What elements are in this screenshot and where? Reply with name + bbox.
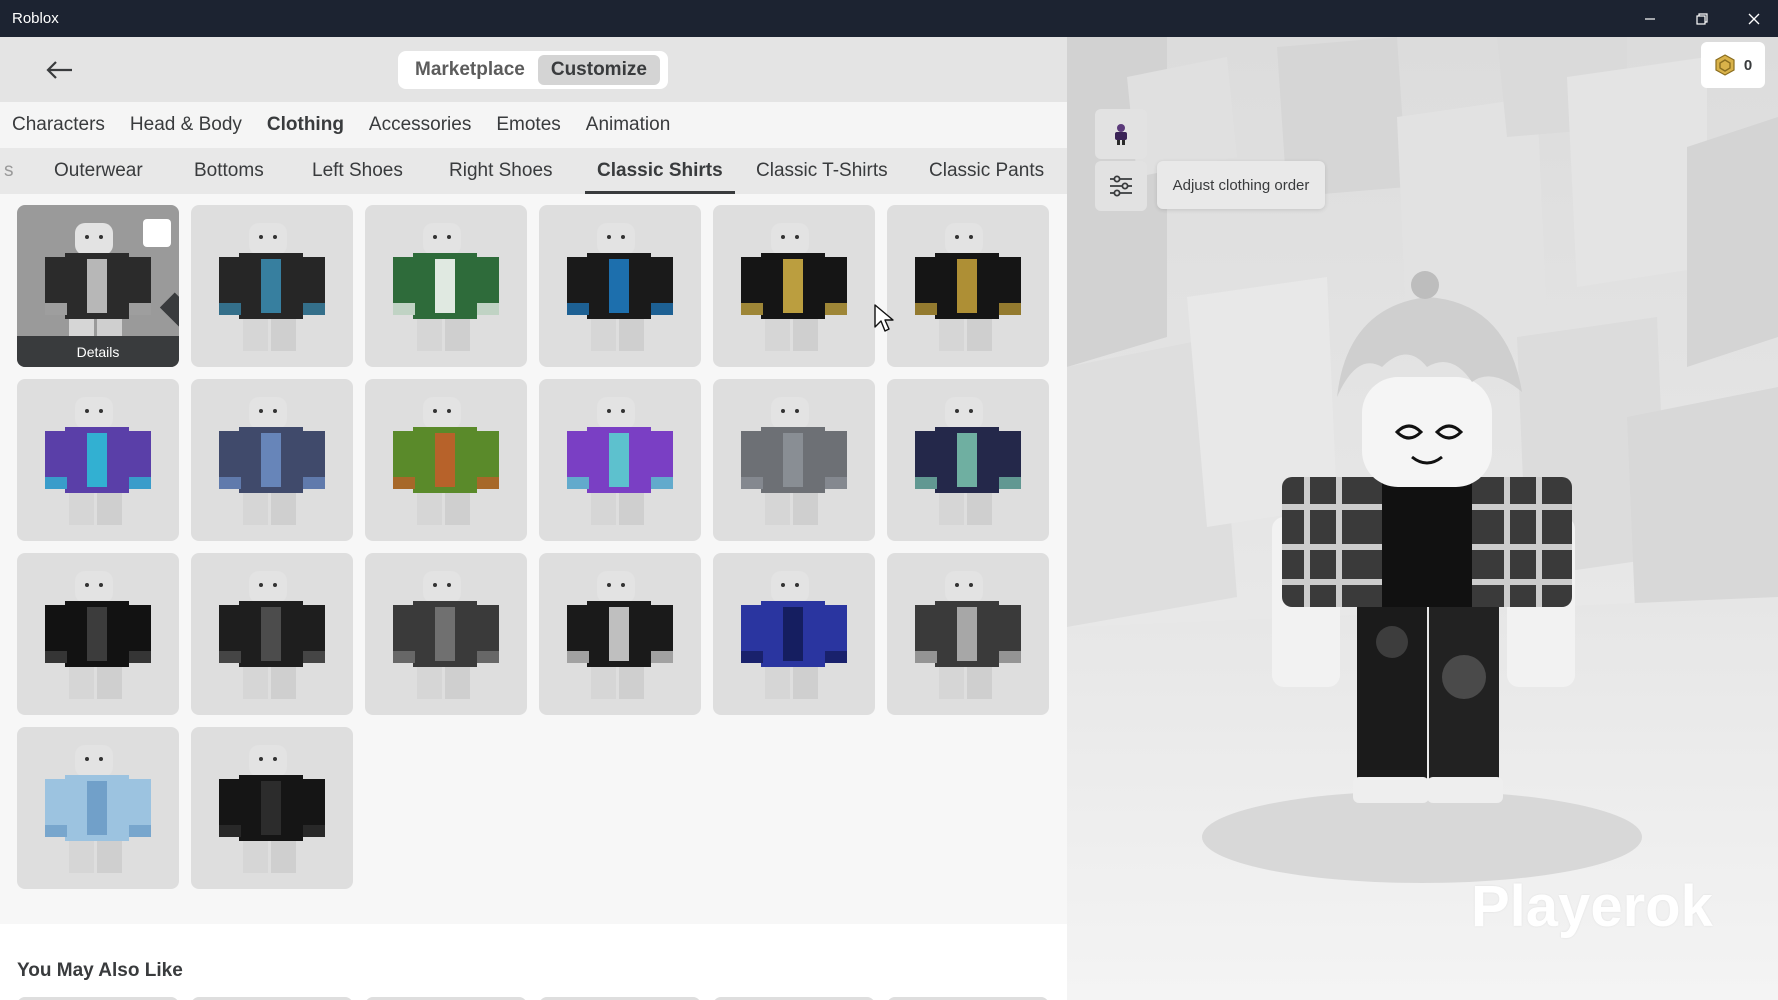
tab-customize[interactable]: Customize [537,55,660,85]
recommendations-section: You May Also Like [0,924,1067,1000]
tab-marketplace[interactable]: Marketplace [402,55,538,85]
shirt-item-tile[interactable] [539,205,701,367]
shirt-item-tile[interactable] [887,379,1049,541]
avatar-editor-panel: Marketplace Customize Characters Head & … [0,37,1067,1000]
minimize-icon [1645,17,1655,20]
title-bar: Roblox [0,0,1778,37]
shirt-item-tile[interactable] [713,553,875,715]
back-button[interactable] [40,53,80,87]
shirt-preview-image [915,223,1021,351]
close-icon [1748,13,1760,24]
shirt-preview-image [393,571,499,699]
robux-amount: 0 [1743,56,1753,74]
tab-accessories[interactable]: Accessories [369,114,471,136]
shirt-preview-image [219,571,325,699]
shirt-preview-image [219,745,325,873]
tab-bottoms[interactable]: Bottoms [194,148,264,194]
restore-button[interactable] [1676,0,1728,37]
tab-clothing[interactable]: Clothing [267,114,344,136]
shirt-item-tile[interactable] [191,379,353,541]
shirt-item-tile[interactable] [191,553,353,715]
shirt-item-tile[interactable]: Details [17,205,179,367]
avatar-viewport[interactable]: 0 Adjust clothing order Playerok [1067,37,1778,1000]
shirt-preview-image [741,223,847,351]
category-tabs: Characters Head & Body Clothing Accessor… [0,102,1067,148]
shirt-preview-image [45,397,151,525]
player-name: Playerok [1471,874,1713,939]
shirt-item-tile[interactable] [713,379,875,541]
section-title: You May Also Like [17,960,183,981]
shirt-preview-image [741,571,847,699]
details-button[interactable]: Details [17,336,179,367]
avatar-thumbnail-icon [1115,124,1127,145]
shirt-preview-image [219,223,325,351]
checkmark-icon [143,219,179,327]
shirt-preview-image [45,571,151,699]
sliders-icon [1110,175,1132,197]
shirt-item-tile[interactable] [365,205,527,367]
mode-toggle: Marketplace Customize [398,51,668,89]
shirt-preview-image [219,397,325,525]
subcategory-tabs: s Outerwear Bottoms Left Shoes Right Sho… [0,148,1067,194]
shirt-item-tile[interactable] [17,727,179,889]
tab-head-body[interactable]: Head & Body [130,114,242,136]
shirt-item-tile[interactable] [887,205,1049,367]
tab-classic-tshirts[interactable]: Classic T-Shirts [756,148,888,194]
shirt-item-tile[interactable] [17,379,179,541]
shirt-preview-image [567,397,673,525]
robux-balance[interactable]: 0 [1701,42,1765,88]
tab-emotes[interactable]: Emotes [496,114,560,136]
shirt-item-tile[interactable] [539,553,701,715]
mouse-cursor-icon [874,304,894,332]
shirt-preview-image [567,571,673,699]
shirt-preview-image [741,397,847,525]
tab-left-shoes[interactable]: Left Shoes [312,148,403,194]
tooltip: Adjust clothing order [1157,161,1325,209]
shirt-preview-image [915,397,1021,525]
shirt-item-tile[interactable] [887,553,1049,715]
adjust-clothing-order-button[interactable] [1095,161,1147,211]
arrow-left-icon [46,61,72,79]
shirt-item-tile[interactable] [365,553,527,715]
avatar-thumbnail-button[interactable] [1095,109,1147,159]
shirt-preview-image [567,223,673,351]
tab-animation[interactable]: Animation [586,114,671,136]
editor-header: Marketplace Customize [0,37,1067,102]
tab-classic-shirts[interactable]: Classic Shirts [585,148,735,194]
shirt-preview-image [393,397,499,525]
shirt-preview-image [393,223,499,351]
shirt-item-tile[interactable] [191,727,353,889]
item-grid: Details [0,194,1067,924]
shirt-item-tile[interactable] [17,553,179,715]
close-button[interactable] [1728,0,1778,37]
minimize-button[interactable] [1624,0,1676,37]
shirt-preview-image [915,571,1021,699]
shirt-item-tile[interactable] [713,205,875,367]
shirt-item-tile[interactable] [191,205,353,367]
tab-classic-pants[interactable]: Classic Pants [929,148,1044,194]
shirt-preview-image [45,745,151,873]
restore-icon [1696,12,1708,25]
tab-truncated[interactable]: s [4,148,14,194]
robux-coin-icon [1715,54,1735,76]
tab-outerwear[interactable]: Outerwear [54,148,143,194]
shirt-item-tile[interactable] [365,379,527,541]
tab-right-shoes[interactable]: Right Shoes [449,148,553,194]
window-title: Roblox [12,10,59,27]
tab-characters[interactable]: Characters [12,114,105,136]
shirt-item-tile[interactable] [539,379,701,541]
